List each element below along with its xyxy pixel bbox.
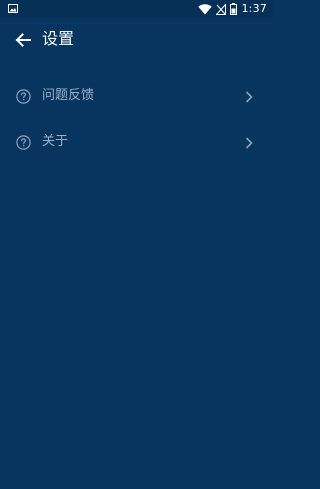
gallery-icon bbox=[8, 4, 18, 13]
back-button[interactable] bbox=[10, 27, 36, 53]
settings-screen: 1:37 设置 问题反馈 关于 bbox=[0, 0, 273, 489]
status-time: 1:37 bbox=[241, 2, 267, 15]
page-title: 设置 bbox=[42, 29, 75, 48]
chevron-right-icon bbox=[245, 91, 253, 103]
status-bar: 1:37 bbox=[0, 0, 273, 18]
settings-item-feedback[interactable]: 问题反馈 bbox=[0, 74, 273, 120]
app-bar: 设置 bbox=[0, 18, 273, 60]
chevron-right-icon bbox=[245, 137, 253, 149]
no-signal-icon bbox=[216, 3, 227, 15]
settings-item-label: 关于 bbox=[42, 134, 69, 149]
help-circle-icon bbox=[16, 135, 31, 150]
settings-item-label: 问题反馈 bbox=[42, 88, 95, 103]
battery-icon bbox=[230, 3, 238, 15]
status-icons: 1:37 bbox=[198, 2, 267, 16]
wifi-icon bbox=[198, 3, 213, 14]
arrow-left-icon bbox=[15, 33, 31, 47]
settings-list: 问题反馈 关于 bbox=[0, 74, 273, 166]
help-circle-icon bbox=[16, 89, 31, 104]
settings-item-about[interactable]: 关于 bbox=[0, 120, 273, 166]
